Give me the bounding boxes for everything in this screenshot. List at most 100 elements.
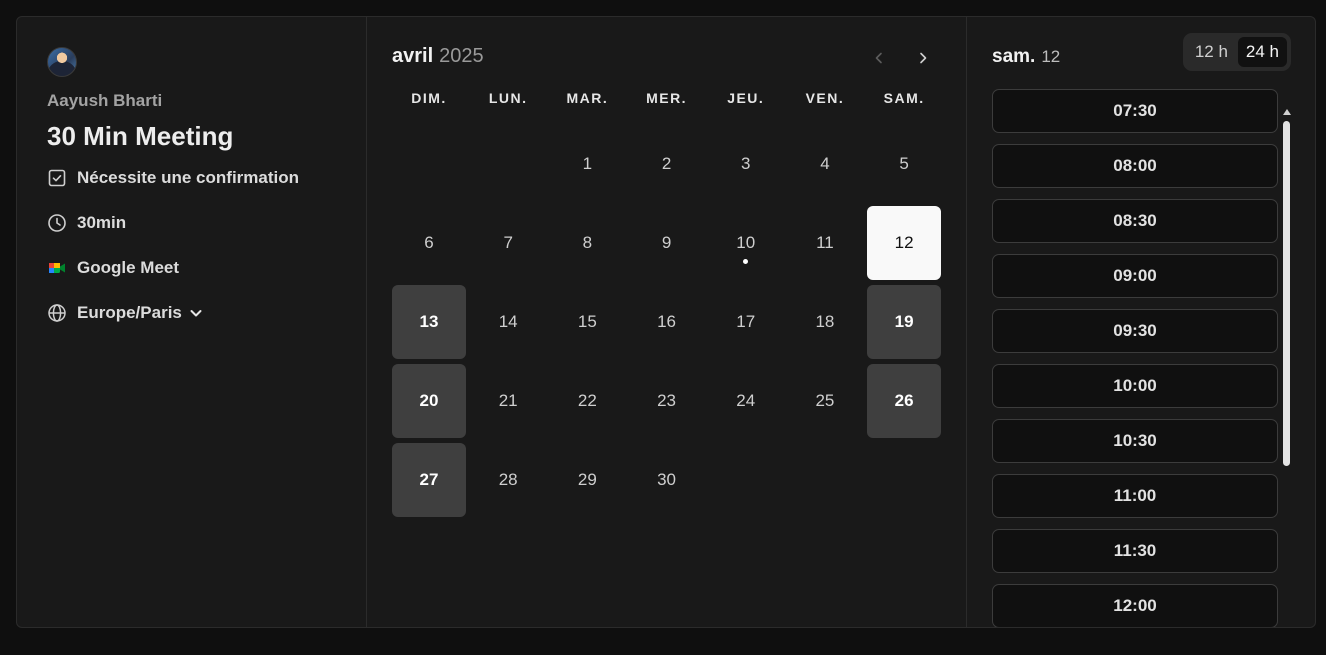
day-cell: 7 [471, 206, 545, 280]
day-number: 16 [657, 312, 677, 331]
day-number: 8 [582, 233, 593, 252]
timezone-selector[interactable]: Europe/Paris [47, 301, 336, 325]
checkbox-square-icon [48, 169, 66, 187]
day-cell: 18 [788, 285, 862, 359]
weekday-label: MER. [646, 90, 688, 106]
host-name: Aayush Bharti [47, 91, 163, 110]
day-cell: 16 [630, 285, 704, 359]
day-number: 1 [582, 154, 593, 173]
scroll-thumb[interactable] [1283, 121, 1290, 466]
time-slot-button[interactable]: 08:00 [992, 144, 1278, 188]
chevron-right-icon [920, 52, 927, 64]
time-format-toggle: 12 h 24 h [1182, 33, 1291, 71]
chevron-down-icon [190, 310, 202, 317]
day-cell: 28 [471, 443, 545, 517]
day-cell: 21 [471, 364, 545, 438]
day-number: 12 [894, 233, 914, 252]
time-slot-button[interactable]: 08:30 [992, 199, 1278, 243]
time-slot-button[interactable]: 11:00 [992, 474, 1278, 518]
day-number: 7 [503, 233, 513, 252]
day-cell: 4 [788, 127, 862, 201]
month-header: avril 2025 [392, 43, 941, 69]
day-cell: 1 [550, 127, 624, 201]
confirmation-label: Nécessite une confirmation [77, 168, 300, 187]
clock-icon [48, 214, 66, 232]
day-number: 3 [741, 154, 751, 173]
globe-icon [48, 304, 66, 322]
weekday-header: DIM. LUN. MAR. MER. JEU. VEN. SAM. [392, 90, 941, 106]
available-day-cell[interactable]: 26 [867, 364, 942, 438]
weekday-label: JEU. [727, 90, 765, 106]
day-number: 5 [899, 154, 909, 173]
format-12h-option[interactable]: 12 h [1187, 37, 1236, 67]
selected-weekday: sam. [992, 46, 1036, 67]
day-cell: 24 [709, 364, 783, 438]
day-cell: 10 [709, 206, 783, 280]
timezone-label: Europe/Paris [77, 303, 182, 322]
day-cell: 25 [788, 364, 862, 438]
day-cell: 22 [550, 364, 624, 438]
day-number: 11 [816, 233, 834, 252]
event-info-panel: Aayush Bharti 30 Min Meeting Nécessite u… [17, 17, 367, 627]
day-number: 18 [815, 312, 835, 331]
scroll-up-arrow[interactable] [1283, 109, 1291, 115]
next-month-button[interactable] [910, 45, 936, 71]
day-cell: 2 [630, 127, 704, 201]
weekday-label: LUN. [488, 90, 528, 106]
weekday-label: VEN. [805, 90, 845, 106]
location-label: Google Meet [77, 258, 180, 277]
month-year: 2025 [439, 44, 484, 67]
weekday-label: MAR. [566, 90, 609, 106]
time-slot-button[interactable]: 11:30 [992, 529, 1278, 573]
avatar [47, 47, 77, 77]
time-slot-button[interactable]: 10:00 [992, 364, 1278, 408]
chevron-left-icon [875, 52, 882, 64]
duration-label: 30min [77, 213, 127, 232]
time-slot-button[interactable]: 09:00 [992, 254, 1278, 298]
empty-day-cell [392, 127, 466, 201]
available-day-cell[interactable]: 13 [392, 285, 466, 359]
day-number: 30 [657, 470, 677, 489]
selected-day-number: 12 [1041, 47, 1061, 66]
day-number: 28 [498, 470, 518, 489]
time-slot-button[interactable]: 09:30 [992, 309, 1278, 353]
slots-scrollbar[interactable] [1283, 109, 1291, 627]
day-number: 26 [894, 391, 914, 410]
day-number: 22 [577, 391, 597, 410]
day-number: 17 [736, 312, 756, 331]
day-number: 6 [424, 233, 434, 252]
day-cell: 29 [550, 443, 624, 517]
event-title: 30 Min Meeting [47, 121, 234, 151]
weekday-label: DIM. [411, 90, 447, 106]
day-cell: 30 [630, 443, 704, 517]
selected-day-cell[interactable]: 12 [867, 206, 942, 280]
day-number: 21 [498, 391, 518, 410]
booking-card: Aayush Bharti 30 Min Meeting Nécessite u… [16, 16, 1316, 628]
day-number: 14 [498, 312, 518, 331]
confirmation-row: Nécessite une confirmation [47, 166, 336, 190]
day-cell: 15 [550, 285, 624, 359]
day-number: 2 [661, 154, 672, 173]
format-24h-option[interactable]: 24 h [1237, 37, 1287, 67]
available-day-cell[interactable]: 19 [867, 285, 942, 359]
day-cell: 14 [471, 285, 545, 359]
time-slot-button[interactable]: 07:30 [992, 89, 1278, 133]
location-row: Google Meet [47, 256, 336, 280]
day-cell: 23 [630, 364, 704, 438]
day-number: 9 [661, 233, 672, 252]
day-number: 20 [419, 391, 439, 410]
weekday-label: SAM. [883, 90, 925, 106]
previous-month-button[interactable] [866, 45, 892, 71]
time-slot-button[interactable]: 10:30 [992, 419, 1278, 463]
day-cell: 8 [550, 206, 624, 280]
available-day-cell[interactable]: 27 [392, 443, 466, 517]
empty-day-cell [471, 127, 545, 201]
day-number: 19 [894, 312, 914, 331]
time-slots-panel: sam. 12 12 h 24 h 07:30 08:00 08:30 09:00 09… [967, 17, 1315, 627]
day-cell: 9 [630, 206, 704, 280]
today-indicator-dot [743, 259, 749, 264]
time-slot-button[interactable]: 12:00 [992, 584, 1278, 627]
day-cell: 5 [867, 127, 941, 201]
time-slot-list: 07:30 08:00 08:30 09:00 09:30 10:00 10:30 11:00… [992, 89, 1278, 627]
available-day-cell[interactable]: 20 [392, 364, 466, 438]
